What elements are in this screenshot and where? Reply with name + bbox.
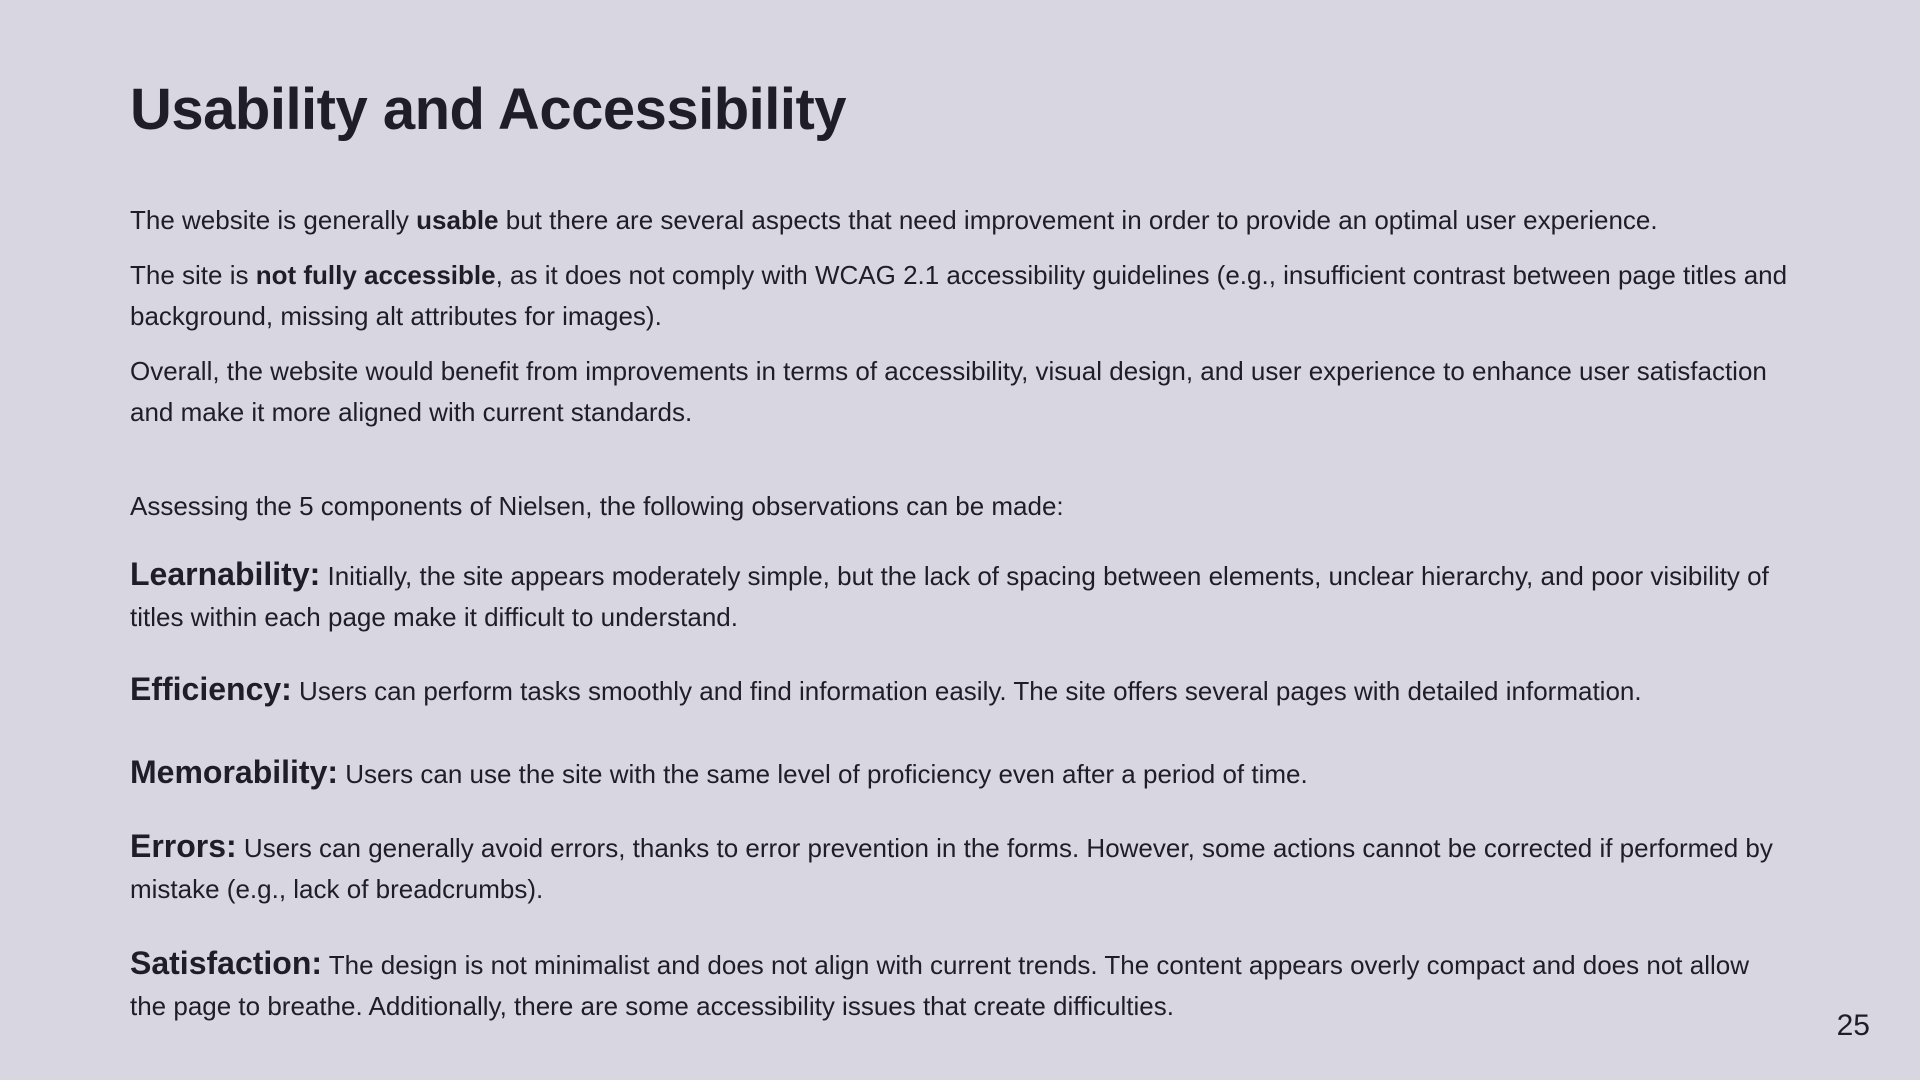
accessibility-paragraph: The site is not fully accessible, as it … bbox=[130, 255, 1790, 337]
errors-item: Errors: Users can generally avoid errors… bbox=[130, 826, 1790, 910]
efficiency-term: Efficiency: bbox=[130, 671, 292, 707]
learnability-description: Initially, the site appears moderately s… bbox=[130, 561, 1769, 632]
usable-emphasis: usable bbox=[416, 205, 499, 235]
usability-text-end: but there are several aspects that need … bbox=[498, 205, 1658, 235]
satisfaction-term: Satisfaction: bbox=[130, 945, 323, 981]
learnability-item: Learnability: Initially, the site appear… bbox=[130, 554, 1790, 638]
satisfaction-item: Satisfaction: The design is not minimali… bbox=[130, 943, 1790, 1027]
usability-paragraph: The website is generally usable but ther… bbox=[130, 200, 1790, 241]
satisfaction-description: The design is not minimalist and does no… bbox=[130, 950, 1749, 1021]
slide-title: Usability and Accessibility bbox=[130, 77, 847, 142]
errors-description: Users can generally avoid errors, thanks… bbox=[130, 833, 1773, 904]
accessibility-text-start: The site is bbox=[130, 260, 256, 290]
usability-text-start: The website is generally bbox=[130, 205, 417, 235]
nielsen-intro: Assessing the 5 components of Nielsen, t… bbox=[130, 491, 1064, 521]
efficiency-description: Users can perform tasks smoothly and fin… bbox=[291, 676, 1642, 706]
memorability-item: Memorability: Users can use the site wit… bbox=[130, 752, 1790, 795]
memorability-description: Users can use the site with the same lev… bbox=[338, 759, 1308, 789]
page-number: 25 bbox=[1836, 1009, 1870, 1042]
memorability-term: Memorability: bbox=[130, 754, 339, 790]
efficiency-item: Efficiency: Users can perform tasks smoo… bbox=[130, 669, 1790, 712]
not-fully-accessible-emphasis: not fully accessible bbox=[255, 260, 496, 290]
overall-paragraph: Overall, the website would benefit from … bbox=[130, 356, 1767, 427]
errors-term: Errors: bbox=[130, 828, 237, 864]
slide: Usability and Accessibility The website … bbox=[0, 0, 1920, 1080]
learnability-term: Learnability: bbox=[130, 556, 321, 592]
